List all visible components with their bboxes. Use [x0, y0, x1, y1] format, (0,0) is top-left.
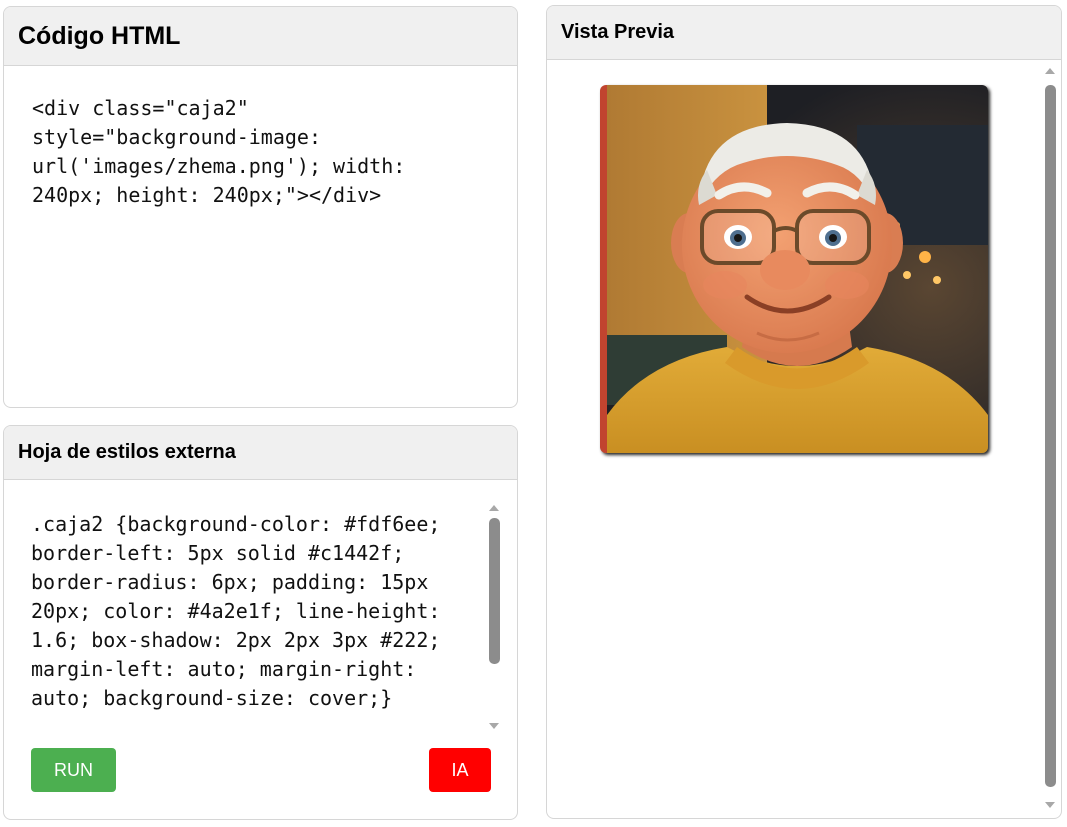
html-code-editor[interactable]: <div class="caja2" style="background-ima…: [32, 94, 472, 210]
html-code-panel: Código HTML <div class="caja2" style="ba…: [3, 6, 518, 408]
preview-scroll-thumb[interactable]: [1045, 85, 1056, 787]
ia-button[interactable]: IA: [429, 748, 491, 792]
css-panel-title: Hoja de estilos externa: [4, 426, 517, 480]
html-panel-title: Código HTML: [4, 7, 517, 66]
css-stylesheet-panel: Hoja de estilos externa .caja2 {backgrou…: [3, 425, 518, 820]
css-scroll-thumb[interactable]: [489, 518, 500, 664]
preview-panel-title: Vista Previa: [547, 6, 1061, 60]
scroll-down-icon[interactable]: [489, 723, 499, 729]
portrait-image-icon: [607, 85, 988, 453]
run-button[interactable]: RUN: [31, 748, 116, 792]
preview-image-box: [600, 85, 988, 453]
css-scrollbar[interactable]: [487, 501, 501, 729]
preview-panel: Vista Previa: [546, 5, 1062, 819]
css-code-text[interactable]: .caja2 {background-color: #fdf6ee; borde…: [31, 510, 471, 713]
scroll-down-icon[interactable]: [1045, 802, 1055, 808]
scroll-up-icon[interactable]: [489, 505, 499, 511]
preview-scrollbar[interactable]: [1043, 66, 1057, 812]
scroll-up-icon[interactable]: [1045, 68, 1055, 74]
css-code-editor[interactable]: .caja2 {background-color: #fdf6ee; borde…: [4, 481, 517, 735]
